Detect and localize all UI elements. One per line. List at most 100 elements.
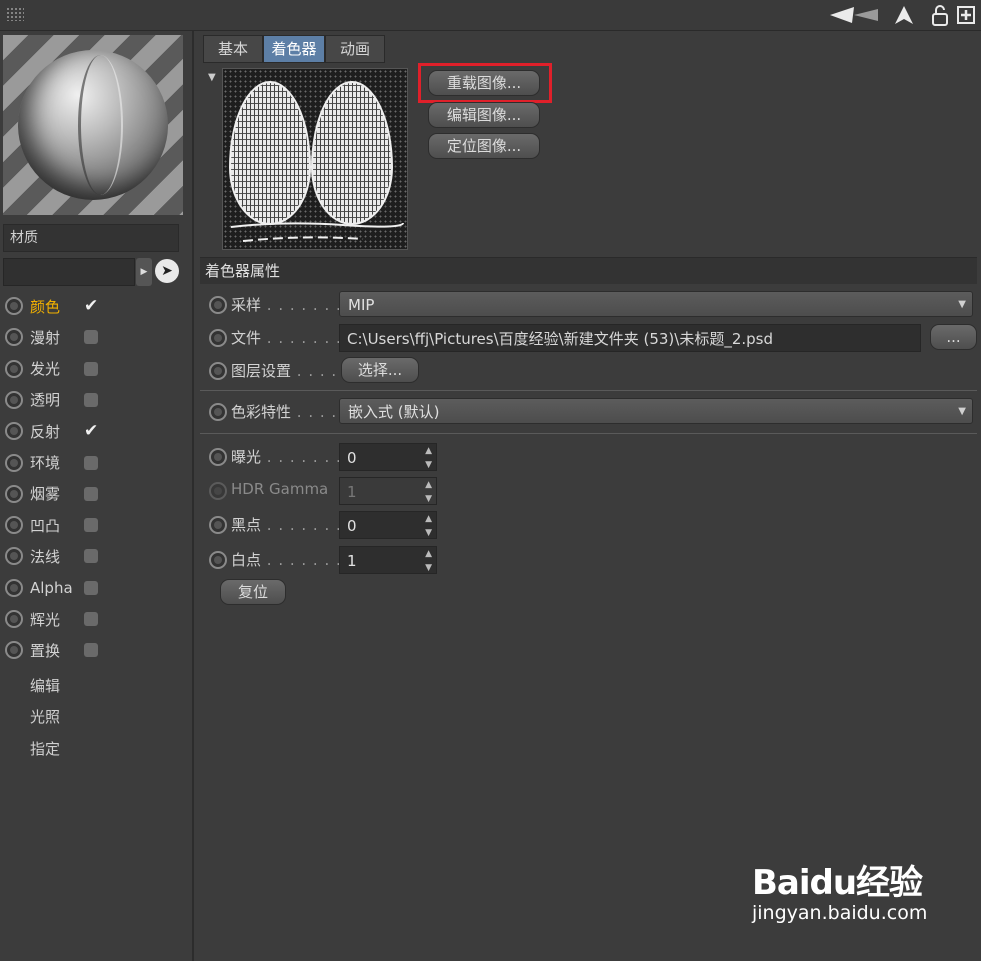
channel-row-luminance[interactable]: 发光: [0, 355, 190, 383]
sampling-label: 采样: [231, 296, 262, 314]
channel-checkbox[interactable]: [84, 486, 98, 501]
channel-checkbox[interactable]: [84, 549, 98, 564]
channel-checkbox[interactable]: [84, 392, 98, 407]
chevron-down-icon: ▼: [958, 299, 966, 310]
exposure-input[interactable]: 0 ▲ ▼: [339, 443, 437, 471]
channel-label[interactable]: 凹凸: [30, 515, 84, 536]
channel-row-alpha[interactable]: Alpha: [0, 574, 190, 602]
divider: [200, 390, 977, 391]
channel-label[interactable]: 发光: [30, 358, 84, 379]
sidebar-item-illumination[interactable]: 光照: [30, 706, 60, 727]
channel-label[interactable]: 辉光: [30, 609, 84, 630]
white-point-row: 白点 . . . . . . . . 1 ▲ ▼: [200, 543, 978, 575]
color-profile-value: 嵌入式 (默认): [348, 403, 440, 421]
channel-anim-radio[interactable]: [5, 641, 23, 660]
channel-anim-radio[interactable]: [5, 328, 23, 347]
spinner-icon[interactable]: ▲ ▼: [425, 444, 432, 472]
channel-row-displacement[interactable]: 置换: [0, 636, 190, 664]
white-point-label: 白点: [231, 551, 262, 569]
color-profile-anim-radio[interactable]: [209, 403, 227, 421]
select-layer-button[interactable]: 选择...: [341, 357, 419, 383]
tab-basic[interactable]: 基本: [203, 35, 263, 63]
exposure-anim-radio[interactable]: [209, 448, 227, 466]
collapse-triangle-icon[interactable]: ▼: [208, 72, 216, 83]
reset-button[interactable]: 复位: [220, 579, 286, 605]
file-path-input[interactable]: C:\Users\ffj\Pictures\百度经验\新建文件夹 (53)\未标…: [339, 324, 921, 352]
sampling-dropdown[interactable]: MIP ▼: [339, 291, 973, 317]
texture-thumbnail[interactable]: [222, 68, 408, 250]
spinner-icon[interactable]: ▲ ▼: [425, 547, 432, 575]
lock-icon[interactable]: [930, 4, 950, 26]
channel-row-diffusion[interactable]: 漫射: [0, 323, 190, 351]
grip-icon[interactable]: [6, 7, 24, 21]
checkmark-icon[interactable]: ✔: [84, 423, 100, 440]
back-arrow-icon[interactable]: [828, 4, 880, 26]
checkmark-icon[interactable]: ✔: [84, 298, 100, 315]
exposure-row: 曝光 . . . . . . . . 0 ▲ ▼: [200, 440, 978, 472]
file-anim-radio[interactable]: [209, 329, 227, 347]
divider: [200, 433, 977, 434]
browse-file-button[interactable]: ...: [930, 324, 977, 350]
channel-label[interactable]: 置换: [30, 640, 84, 661]
channel-checkbox[interactable]: [84, 455, 98, 470]
pick-cursor-icon[interactable]: ➤: [155, 259, 179, 283]
channel-label[interactable]: 反射: [30, 421, 84, 442]
channel-label[interactable]: 漫射: [30, 327, 84, 348]
file-row: 文件 . . . . . . . . C:\Users\ffj\Pictures…: [200, 321, 978, 353]
sidebar-item-assign[interactable]: 指定: [30, 738, 60, 759]
channel-label[interactable]: Alpha: [30, 579, 84, 597]
sidebar-item-edit[interactable]: 编辑: [30, 675, 60, 696]
tab-shader[interactable]: 着色器: [263, 35, 325, 63]
color-profile-dropdown[interactable]: 嵌入式 (默认) ▼: [339, 398, 973, 424]
channel-anim-radio[interactable]: [5, 359, 23, 378]
channel-row-transparency[interactable]: 透明: [0, 386, 190, 414]
channel-checkbox[interactable]: [84, 643, 98, 658]
hdr-gamma-label: HDR Gamma: [231, 480, 329, 498]
black-point-anim-radio[interactable]: [209, 516, 227, 534]
channel-checkbox[interactable]: [84, 612, 98, 626]
channel-row-fog[interactable]: 烟雾: [0, 480, 190, 508]
channel-row-glow[interactable]: 辉光: [0, 605, 190, 633]
channel-checkbox[interactable]: [84, 518, 98, 533]
channel-label[interactable]: 透明: [30, 389, 84, 410]
channel-anim-radio[interactable]: [5, 453, 23, 472]
channel-label[interactable]: 烟雾: [30, 483, 84, 504]
locate-image-button[interactable]: 定位图像...: [428, 133, 540, 159]
channel-anim-radio[interactable]: [5, 484, 23, 503]
leaf-image-right: [311, 81, 393, 225]
channel-checkbox[interactable]: [84, 330, 98, 345]
channel-row-normal[interactable]: 法线: [0, 542, 190, 570]
channel-checkbox[interactable]: [84, 580, 98, 595]
baidu-logo: Baidu经验: [752, 863, 923, 903]
material-preview[interactable]: [3, 35, 183, 215]
material-name-field[interactable]: 材质: [3, 224, 179, 252]
channel-anim-radio[interactable]: [5, 516, 23, 535]
channel-anim-radio[interactable]: [5, 390, 23, 409]
layer-dots: . . . .: [291, 362, 338, 380]
channel-checkbox[interactable]: [84, 361, 98, 376]
sampling-anim-radio[interactable]: [209, 296, 227, 314]
channel-row-bump[interactable]: 凹凸: [0, 511, 190, 539]
channel-row-environment[interactable]: 环境: [0, 449, 190, 477]
white-point-anim-radio[interactable]: [209, 551, 227, 569]
channel-row-reflectance[interactable]: 反射 ✔: [0, 417, 190, 445]
channel-label[interactable]: 环境: [30, 452, 84, 473]
up-arrow-icon[interactable]: [894, 4, 914, 26]
new-panel-icon[interactable]: [956, 4, 976, 26]
channel-anim-radio[interactable]: [5, 610, 23, 628]
channel-anim-radio[interactable]: [5, 578, 23, 597]
channel-row-color[interactable]: 颜色 ✔: [0, 292, 190, 320]
layer-anim-radio[interactable]: [209, 362, 227, 380]
channel-label[interactable]: 颜色: [30, 296, 84, 317]
link-arrow-button[interactable]: ▶: [136, 258, 152, 286]
channel-anim-radio[interactable]: [5, 297, 23, 315]
spinner-icon[interactable]: ▲ ▼: [425, 512, 432, 540]
white-point-input[interactable]: 1 ▲ ▼: [339, 546, 437, 574]
edit-image-button[interactable]: 编辑图像...: [428, 102, 540, 128]
material-link-field[interactable]: [3, 258, 135, 286]
channel-anim-radio[interactable]: [5, 547, 23, 566]
black-point-input[interactable]: 0 ▲ ▼: [339, 511, 437, 539]
channel-label[interactable]: 法线: [30, 546, 84, 567]
channel-anim-radio[interactable]: [5, 422, 23, 441]
tab-animation[interactable]: 动画: [325, 35, 385, 63]
